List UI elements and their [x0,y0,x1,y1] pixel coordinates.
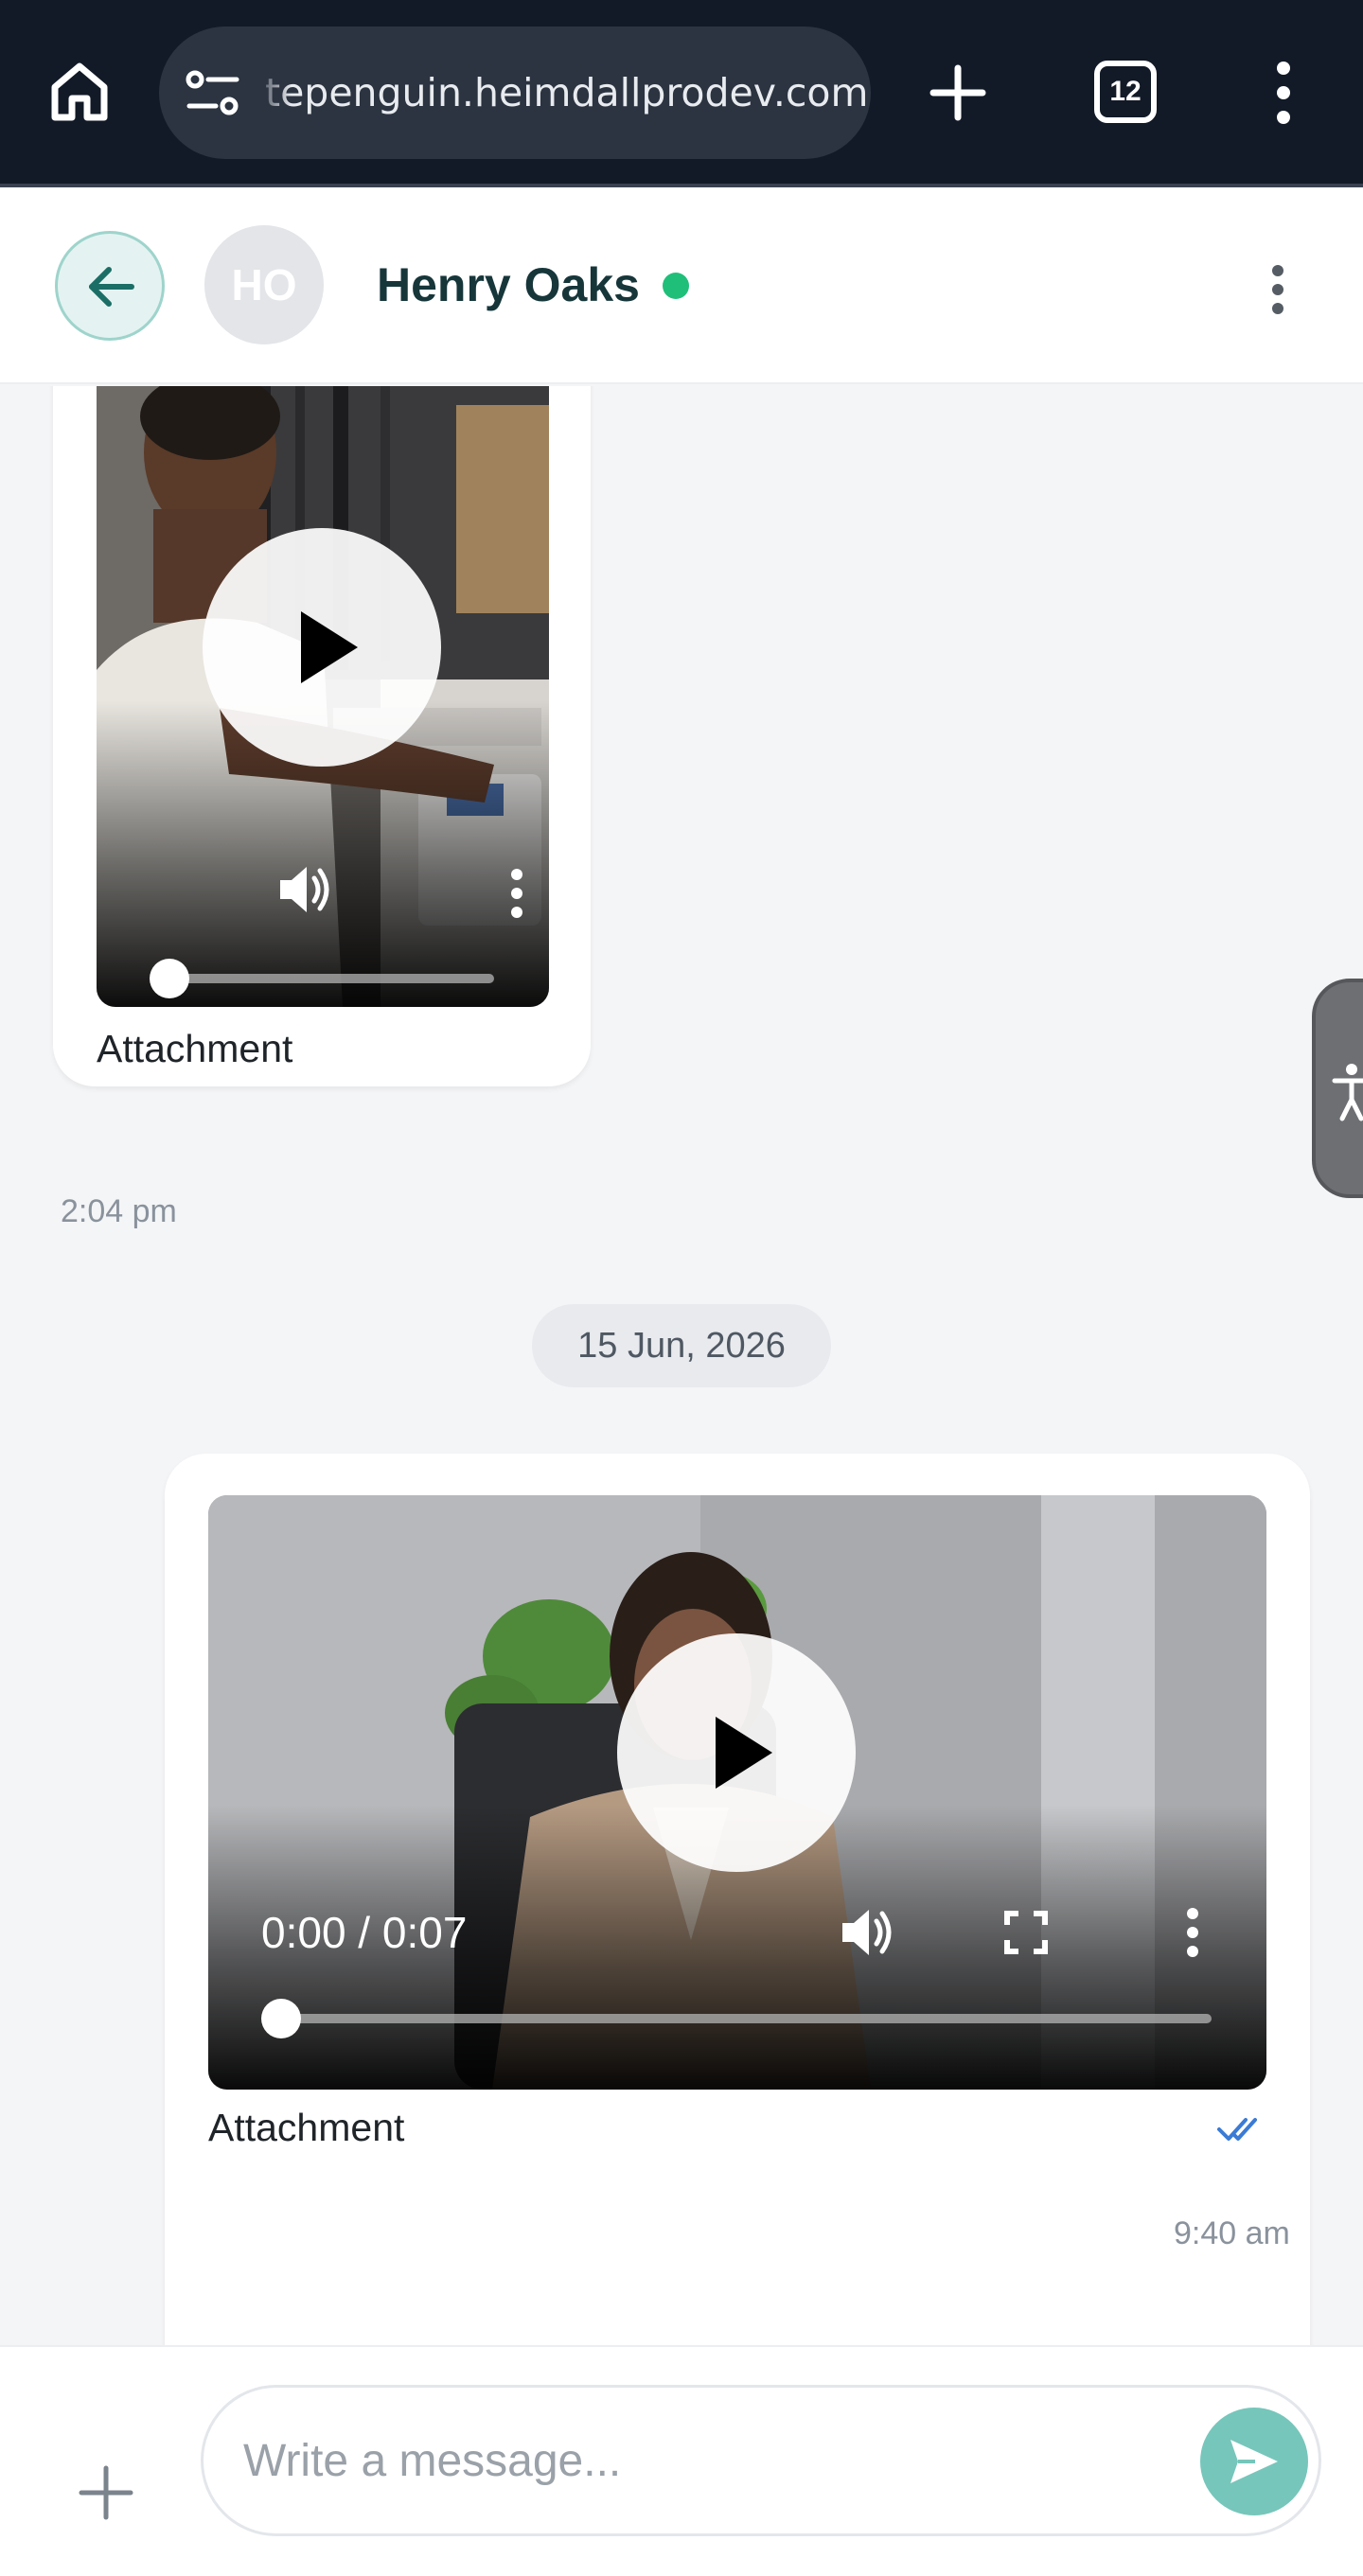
online-status-dot [663,273,689,299]
tab-switcher[interactable]: 12 [1094,61,1157,123]
url-text: tepenguin.heimdallprodev.com [265,70,869,115]
new-tab-icon[interactable] [928,62,988,123]
video-options-icon[interactable] [507,867,526,925]
play-button[interactable] [203,528,441,767]
video-progress-track[interactable] [280,2014,1212,2023]
add-attachment-icon[interactable] [76,2462,136,2523]
message-composer [0,2345,1363,2576]
arrow-left-icon [89,267,134,307]
read-receipt-icon [1217,2114,1266,2149]
date-divider: 15 Jun, 2026 [532,1304,831,1387]
accessibility-icon [1332,1064,1363,1121]
play-button[interactable] [617,1633,856,1872]
play-icon [301,611,358,683]
video-progress-thumb[interactable] [261,1999,301,2038]
message-input[interactable] [201,2385,1321,2536]
video-player[interactable] [97,386,549,1007]
message-list[interactable]: Attachment 2:04 pm 15 Jun, 2026 0:00 / 0… [0,386,1363,2345]
back-button[interactable] [55,231,165,341]
home-icon[interactable] [45,57,114,125]
chat-header: HO Henry Oaks [0,187,1363,384]
accessibility-button[interactable] [1312,979,1363,1198]
send-icon [1230,2440,1278,2483]
video-time: 0:00 / 0:07 [261,1908,468,1957]
incoming-message-bubble: Attachment [53,386,591,1086]
site-settings-icon[interactable] [186,68,240,117]
fullscreen-icon[interactable] [1003,1910,1049,1960]
volume-icon[interactable] [276,863,333,921]
avatar[interactable]: HO [204,225,324,344]
video-progress-track[interactable] [167,974,494,983]
attachment-caption: Attachment [208,2106,405,2149]
video-player[interactable]: 0:00 / 0:07 [208,1495,1266,2090]
browser-toolbar: tepenguin.heimdallprodev.com 12 [0,0,1363,185]
contact-name[interactable]: Henry Oaks [377,252,640,318]
attachment-caption: Attachment [97,1027,293,1070]
video-progress-thumb[interactable] [150,959,189,998]
send-button[interactable] [1200,2408,1308,2515]
chat-menu-icon[interactable] [1259,263,1297,316]
outgoing-message-bubble: 0:00 / 0:07 Attachment [165,1454,1310,2345]
message-time: 9:40 am [1174,2215,1290,2251]
message-time: 2:04 pm [61,1193,177,1229]
browser-menu-icon[interactable] [1265,61,1302,125]
play-icon [716,1717,772,1789]
volume-icon[interactable] [839,1906,895,1964]
video-options-icon[interactable] [1183,1906,1202,1964]
address-bar[interactable]: tepenguin.heimdallprodev.com [159,26,871,159]
